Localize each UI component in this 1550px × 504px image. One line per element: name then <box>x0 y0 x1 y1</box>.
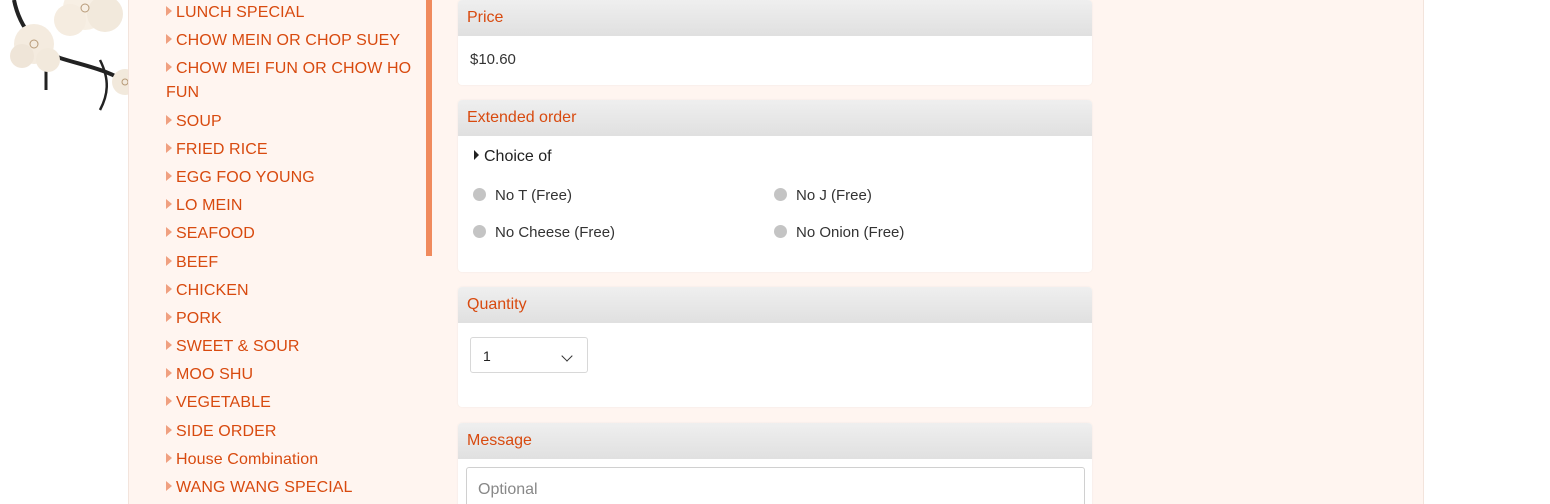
arrow-right-icon <box>166 340 172 351</box>
arrow-right-icon <box>166 311 172 322</box>
message-input[interactable] <box>466 467 1085 504</box>
arrow-right-icon <box>166 6 172 16</box>
arrow-right-icon <box>166 227 172 238</box>
chevron-down-icon <box>561 350 573 362</box>
category-wang-wang-special[interactable]: WANG WANG SPECIAL <box>166 476 416 500</box>
arrow-right-icon <box>166 424 172 435</box>
arrow-right-icon <box>166 452 172 463</box>
arrow-right-icon <box>166 62 172 73</box>
category-house-combination[interactable]: House Combination <box>166 448 416 472</box>
quantity-heading: Quantity <box>458 287 1092 323</box>
category-egg-foo-young[interactable]: EGG FOO YOUNG <box>166 166 416 190</box>
radio-icon[interactable] <box>774 188 787 201</box>
choice-of-toggle[interactable]: Choice of <box>474 148 552 166</box>
arrow-right-icon <box>166 481 172 491</box>
category-beef[interactable]: BEEF <box>166 251 416 275</box>
radio-icon[interactable] <box>473 188 486 201</box>
category-chicken[interactable]: CHICKEN <box>166 279 416 303</box>
price-panel: Price $10.60 <box>458 0 1092 85</box>
message-heading: Message <box>458 423 1092 459</box>
option-label: No J (Free) <box>796 187 872 204</box>
option-no-t[interactable]: No T (Free) <box>473 187 572 204</box>
page: LUNCH SPECIAL CHOW MEIN OR CHOP SUEY CHO… <box>0 0 1550 504</box>
option-label: No Cheese (Free) <box>495 224 616 241</box>
arrow-right-icon <box>166 396 172 407</box>
category-soup[interactable]: SOUP <box>166 110 416 134</box>
choice-of-label: Choice of <box>484 148 552 165</box>
arrow-right-icon <box>166 170 172 181</box>
arrow-right-icon <box>166 199 172 210</box>
option-label: No Onion (Free) <box>796 224 905 241</box>
quantity-panel: Quantity 1 <box>458 287 1092 407</box>
arrow-right-icon <box>166 34 172 45</box>
category-pork[interactable]: PORK <box>166 307 416 331</box>
arrow-right-icon <box>166 142 172 153</box>
caret-right-icon <box>474 150 479 160</box>
category-sidebar: LUNCH SPECIAL CHOW MEIN OR CHOP SUEY CHO… <box>128 0 426 504</box>
price-value: $10.60 <box>470 51 516 68</box>
category-moo-shu[interactable]: MOO SHU <box>166 363 416 387</box>
quantity-value: 1 <box>483 348 491 364</box>
arrow-right-icon <box>166 114 172 125</box>
category-lo-mein[interactable]: LO MEIN <box>166 194 416 218</box>
extended-order-panel: Extended order Choice of No T (Free) No … <box>458 100 1092 272</box>
category-vegetable[interactable]: VEGETABLE <box>166 391 416 415</box>
arrow-right-icon <box>166 255 172 266</box>
sidebar-scrollbar[interactable] <box>426 0 432 256</box>
category-fried-rice[interactable]: FRIED RICE <box>166 138 416 162</box>
option-no-j[interactable]: No J (Free) <box>774 187 872 204</box>
arrow-right-icon <box>166 283 172 294</box>
category-list: LUNCH SPECIAL CHOW MEIN OR CHOP SUEY CHO… <box>128 1 416 504</box>
category-lunch-special[interactable]: LUNCH SPECIAL <box>166 1 416 25</box>
message-panel: Message <box>458 423 1092 504</box>
price-heading: Price <box>458 0 1092 36</box>
radio-icon[interactable] <box>774 225 787 238</box>
extended-order-heading: Extended order <box>458 100 1092 136</box>
category-seafood[interactable]: SEAFOOD <box>166 222 416 246</box>
option-no-cheese[interactable]: No Cheese (Free) <box>473 224 615 241</box>
category-side-order[interactable]: SIDE ORDER <box>166 420 416 444</box>
arrow-right-icon <box>166 368 172 379</box>
radio-icon[interactable] <box>473 225 486 238</box>
category-chow-mein[interactable]: CHOW MEIN OR CHOP SUEY <box>166 29 416 53</box>
category-chow-mei-fun[interactable]: CHOW MEI FUN OR CHOW HO FUN <box>166 57 416 105</box>
option-label: No T (Free) <box>495 187 572 204</box>
option-no-onion[interactable]: No Onion (Free) <box>774 224 904 241</box>
category-sweet-sour[interactable]: SWEET & SOUR <box>166 335 416 359</box>
quantity-select[interactable]: 1 <box>470 337 588 373</box>
